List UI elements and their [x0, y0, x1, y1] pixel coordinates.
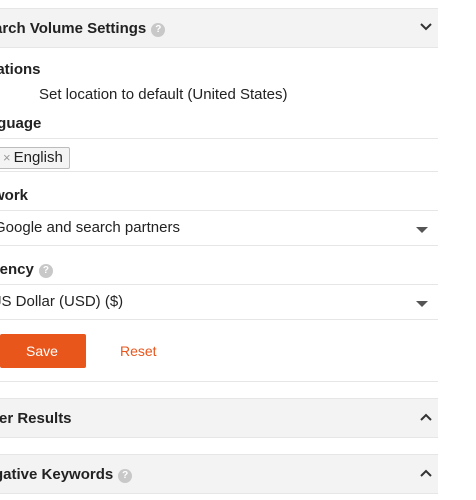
filter-results-header[interactable]: ter Results: [0, 398, 438, 438]
question-icon[interactable]: ?: [118, 469, 133, 483]
currency-selected-value: JS Dollar (USD) ($): [0, 293, 124, 310]
language-label: nguage: [0, 115, 42, 132]
search-volume-settings-label: arch Volume Settings: [0, 20, 147, 37]
negative-keywords-label: gative Keywords: [0, 466, 114, 483]
save-button[interactable]: Save: [0, 334, 86, 368]
search-volume-settings-header[interactable]: arch Volume Settings?: [0, 8, 438, 48]
caret-down-icon: [416, 301, 428, 307]
chevron-up-icon[interactable]: [418, 409, 434, 425]
divider: [0, 381, 438, 382]
caret-down-icon: [416, 227, 428, 233]
network-label: twork: [0, 187, 29, 204]
currency-select[interactable]: JS Dollar (USD) ($): [0, 284, 438, 320]
chevron-down-icon[interactable]: [418, 19, 434, 35]
right-margin: [438, 0, 476, 500]
network-select[interactable]: Google and search partners: [0, 210, 438, 246]
location-default-link[interactable]: Set location to default (United States): [39, 86, 287, 103]
negative-keywords-header[interactable]: gative Keywords?: [0, 454, 438, 494]
filter-results-title: ter Results: [0, 410, 72, 427]
question-icon[interactable]: ?: [151, 23, 166, 37]
search-volume-settings-title: arch Volume Settings?: [0, 20, 166, 37]
language-input[interactable]: × English: [0, 138, 438, 172]
currency-label-row: rrency?: [0, 261, 53, 278]
network-selected-value: Google and search partners: [0, 219, 180, 236]
currency-label: rrency: [0, 261, 34, 278]
reset-button[interactable]: Reset: [120, 343, 157, 359]
question-icon[interactable]: ?: [38, 264, 53, 278]
remove-tag-icon[interactable]: ×: [3, 150, 11, 165]
locations-label: cations: [0, 61, 41, 78]
settings-panel: arch Volume Settings? cations Set locati…: [0, 0, 438, 500]
negative-keywords-title: gative Keywords?: [0, 466, 133, 483]
language-tag: × English: [0, 147, 70, 169]
language-tag-label: English: [13, 149, 63, 166]
chevron-up-icon[interactable]: [418, 465, 434, 481]
